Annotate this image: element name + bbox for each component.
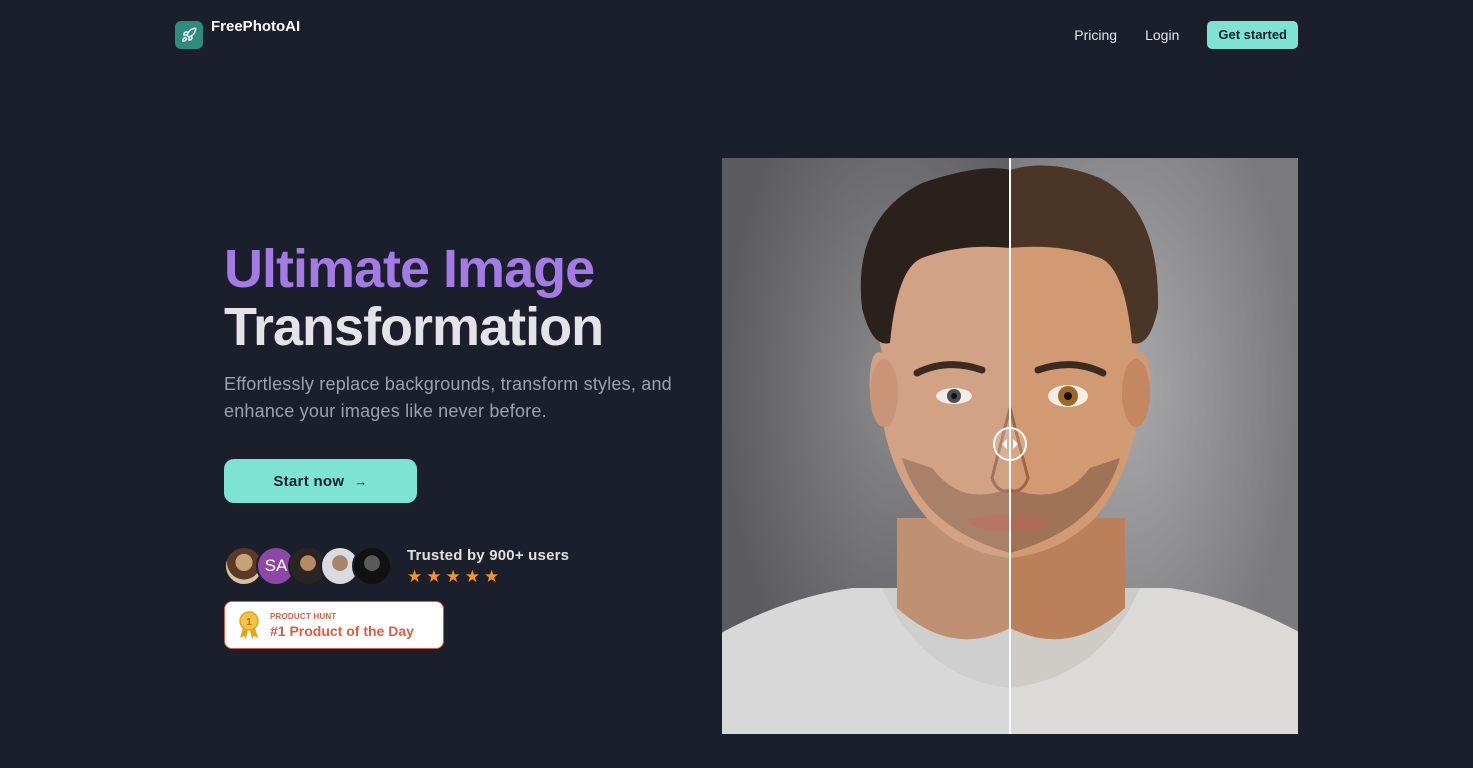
product-hunt-title: #1 Product of the Day xyxy=(270,622,414,639)
start-now-label: Start now xyxy=(273,472,345,490)
trusted-block: Trusted by 900+ users ★ ★ ★ ★ ★ xyxy=(407,547,569,586)
star-icon: ★ xyxy=(464,567,480,586)
product-hunt-badge[interactable]: 1 PRODUCT HUNT #1 Product of the Day xyxy=(224,601,444,649)
landing-page: FreePhotoAI Pricing Login Get started Ul… xyxy=(0,0,1473,768)
before-image xyxy=(722,158,1010,734)
star-icon: ★ xyxy=(426,567,442,586)
star-icon: ★ xyxy=(484,567,500,586)
medal-icon: 1 xyxy=(239,611,259,639)
get-started-button[interactable]: Get started xyxy=(1207,21,1298,49)
trusted-text: Trusted by 900+ users xyxy=(407,547,570,564)
logo-text: FreePhotoAI xyxy=(211,18,301,35)
avatar xyxy=(352,546,392,586)
star-icon: ★ xyxy=(445,567,461,586)
hero-headline: Ultimate Image Transformation xyxy=(224,239,604,357)
start-now-button[interactable]: Start now → xyxy=(224,459,417,503)
nav-login-link[interactable]: Login xyxy=(1145,21,1179,49)
after-image xyxy=(1010,158,1298,734)
rocket-icon xyxy=(175,21,203,49)
nav-pricing-link[interactable]: Pricing xyxy=(1074,21,1117,49)
user-avatars: SA xyxy=(224,546,392,586)
arrow-right-icon: → xyxy=(354,473,368,489)
hero-subtitle: Effortlessly replace backgrounds, transf… xyxy=(224,374,672,421)
drag-handle-icon[interactable] xyxy=(993,427,1027,461)
top-nav: Pricing Login Get started xyxy=(1074,21,1298,49)
svg-text:1: 1 xyxy=(246,617,252,628)
logo-link[interactable]: FreePhotoAI xyxy=(175,18,301,49)
headline-line-2: Transformation xyxy=(224,297,604,357)
before-after-comparison[interactable] xyxy=(722,158,1298,734)
rating-stars: ★ ★ ★ ★ ★ xyxy=(407,568,569,586)
headline-line-1: Ultimate Image xyxy=(224,239,595,299)
product-hunt-label: PRODUCT HUNT xyxy=(270,611,337,621)
product-hunt-texts: PRODUCT HUNT #1 Product of the Day xyxy=(270,612,414,639)
star-icon: ★ xyxy=(407,567,423,586)
